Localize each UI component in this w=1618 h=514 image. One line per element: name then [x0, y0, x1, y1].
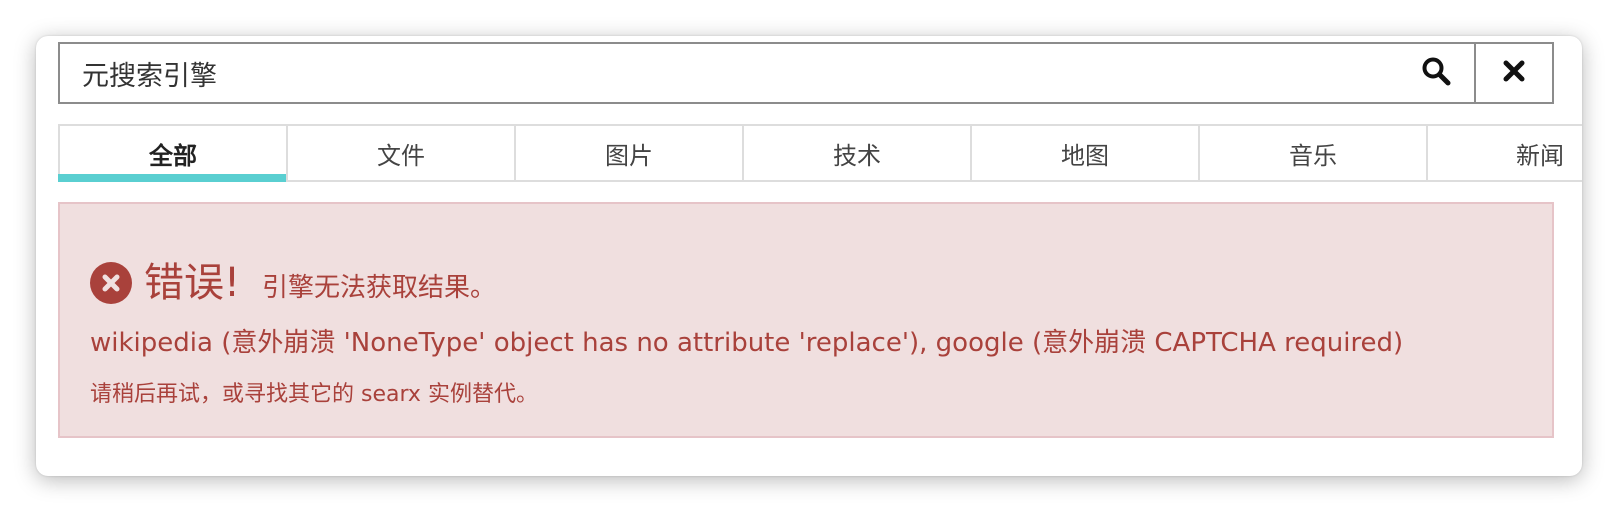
- search-bar: [58, 42, 1554, 104]
- tab-it[interactable]: 技术: [742, 126, 970, 180]
- error-circle-icon: [90, 262, 132, 304]
- alert-title: 错误!: [144, 260, 241, 306]
- tab-music[interactable]: 音乐: [1198, 126, 1426, 180]
- category-tabs: 全部 文件 图片 技术 地图 音乐 新闻: [58, 124, 1582, 182]
- close-icon: [1502, 59, 1526, 87]
- tab-news[interactable]: 新闻: [1426, 126, 1582, 180]
- alert-subtitle: 引擎无法获取结果。: [262, 273, 497, 303]
- tab-images[interactable]: 图片: [514, 126, 742, 180]
- tab-files[interactable]: 文件: [286, 126, 514, 180]
- alert-hint: 请稍后再试，或寻找其它的 searx 实例替代。: [90, 382, 538, 407]
- search-icon: [1421, 56, 1451, 90]
- alert-detail: wikipedia (意外崩溃 'NoneType' object has no…: [90, 328, 1404, 358]
- alert-header: 错误! 引擎无法获取结果。: [90, 254, 496, 312]
- tab-all[interactable]: 全部: [58, 126, 286, 182]
- clear-button[interactable]: [1474, 44, 1552, 102]
- search-input[interactable]: [60, 44, 1398, 102]
- search-button[interactable]: [1398, 44, 1474, 102]
- error-alert: 错误! 引擎无法获取结果。 wikipedia (意外崩溃 'NoneType'…: [58, 202, 1554, 438]
- searx-window: 全部 文件 图片 技术 地图 音乐 新闻 错误! 引擎无法获取结果。 wikip…: [36, 36, 1582, 476]
- tab-map[interactable]: 地图: [970, 126, 1198, 180]
